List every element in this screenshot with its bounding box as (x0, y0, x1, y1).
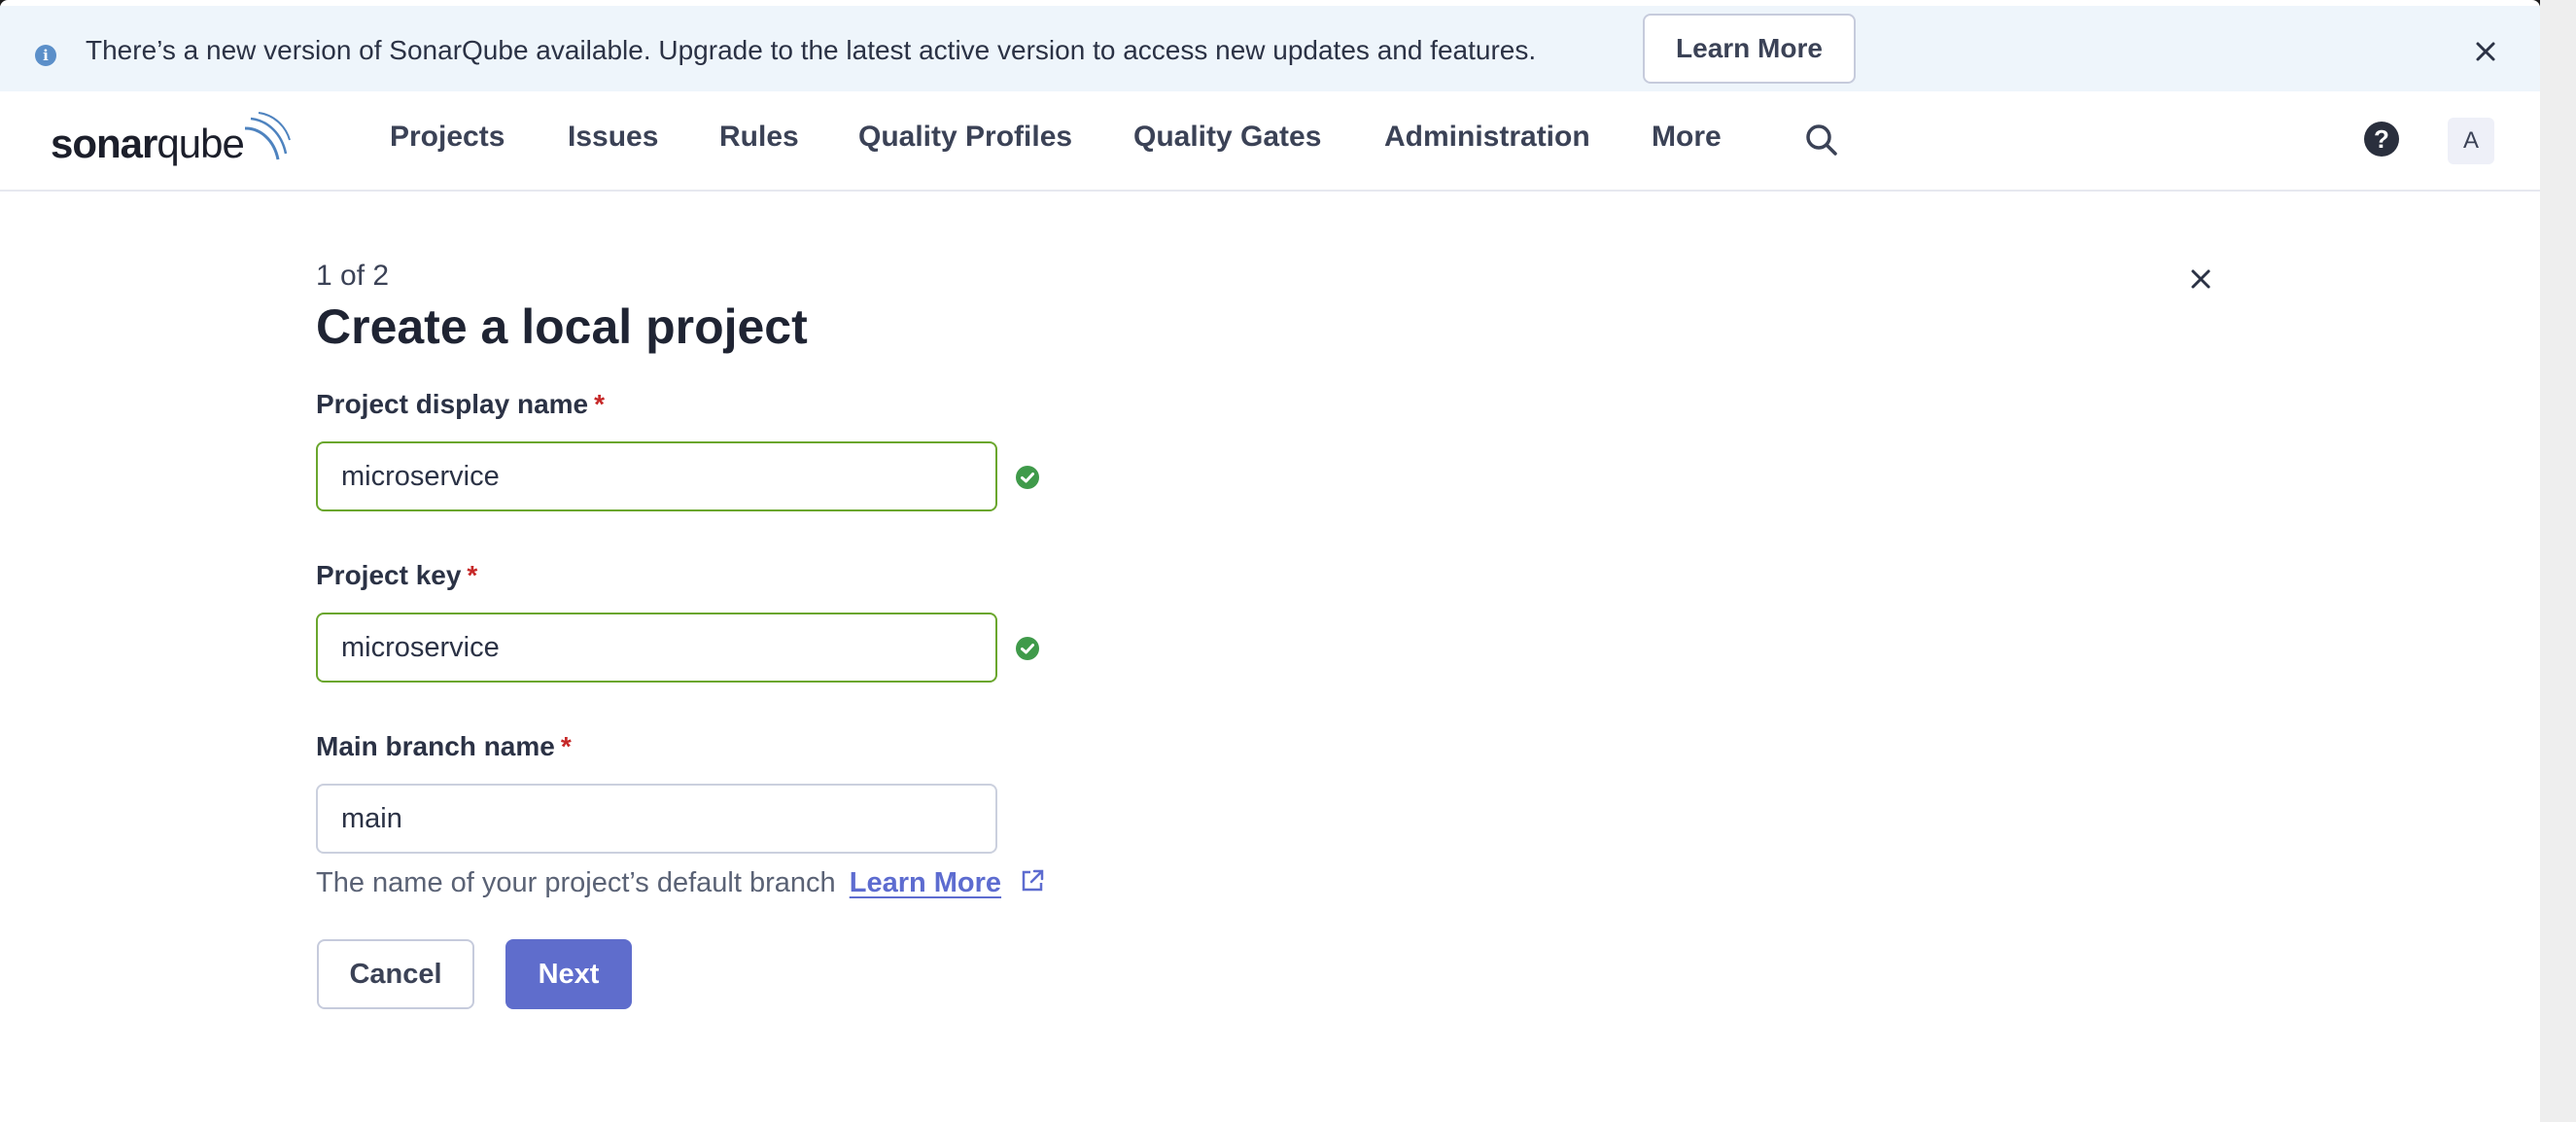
banner-message: There’s a new version of SonarQube avail… (86, 35, 1537, 65)
close-icon[interactable] (2469, 35, 2502, 68)
nav-issues[interactable]: Issues (568, 121, 658, 154)
learn-more-link[interactable]: Learn More (850, 867, 1001, 898)
nav-administration[interactable]: Administration (1384, 121, 1590, 154)
step-indicator: 1 of 2 (316, 260, 390, 292)
create-project-form: 1 of 2 Create a local project Project di… (0, 193, 2540, 1122)
top-navbar: sonarqube Projects Issues Rules Quality … (0, 91, 2540, 192)
help-icon[interactable]: ? (2364, 122, 2399, 157)
main-branch-label: Main branch name * (316, 731, 572, 761)
upgrade-banner: i There’s a new version of SonarQube ava… (0, 6, 2540, 91)
page-title: Create a local project (316, 299, 808, 354)
cancel-button[interactable]: Cancel (317, 939, 474, 1009)
close-icon[interactable] (2185, 263, 2216, 299)
check-circle-icon (1016, 466, 1039, 489)
branch-helper-text: The name of your project’s default branc… (316, 867, 1046, 899)
external-link-icon[interactable] (1019, 867, 1046, 894)
nav-quality-profiles[interactable]: Quality Profiles (858, 121, 1072, 154)
nav-rules[interactable]: Rules (719, 121, 799, 154)
display-name-label: Project display name * (316, 389, 606, 419)
search-icon[interactable] (1803, 122, 1840, 163)
project-key-label: Project key * (316, 560, 478, 590)
banner-learn-more-button[interactable]: Learn More (1643, 14, 1856, 84)
project-key-input[interactable] (316, 613, 997, 683)
info-icon: i (35, 45, 56, 66)
main-branch-input[interactable] (316, 784, 997, 854)
scrollbar[interactable] (2540, 0, 2576, 1122)
avatar[interactable]: A (2448, 118, 2494, 164)
display-name-input[interactable] (316, 441, 997, 511)
next-button[interactable]: Next (505, 939, 632, 1009)
nav-quality-gates[interactable]: Quality Gates (1133, 121, 1321, 154)
nav-more[interactable]: More (1652, 121, 1722, 154)
logo-waves-icon (244, 112, 291, 160)
nav-projects[interactable]: Projects (390, 121, 505, 154)
app-window: i There’s a new version of SonarQube ava… (0, 0, 2540, 1122)
check-circle-icon (1016, 637, 1039, 660)
